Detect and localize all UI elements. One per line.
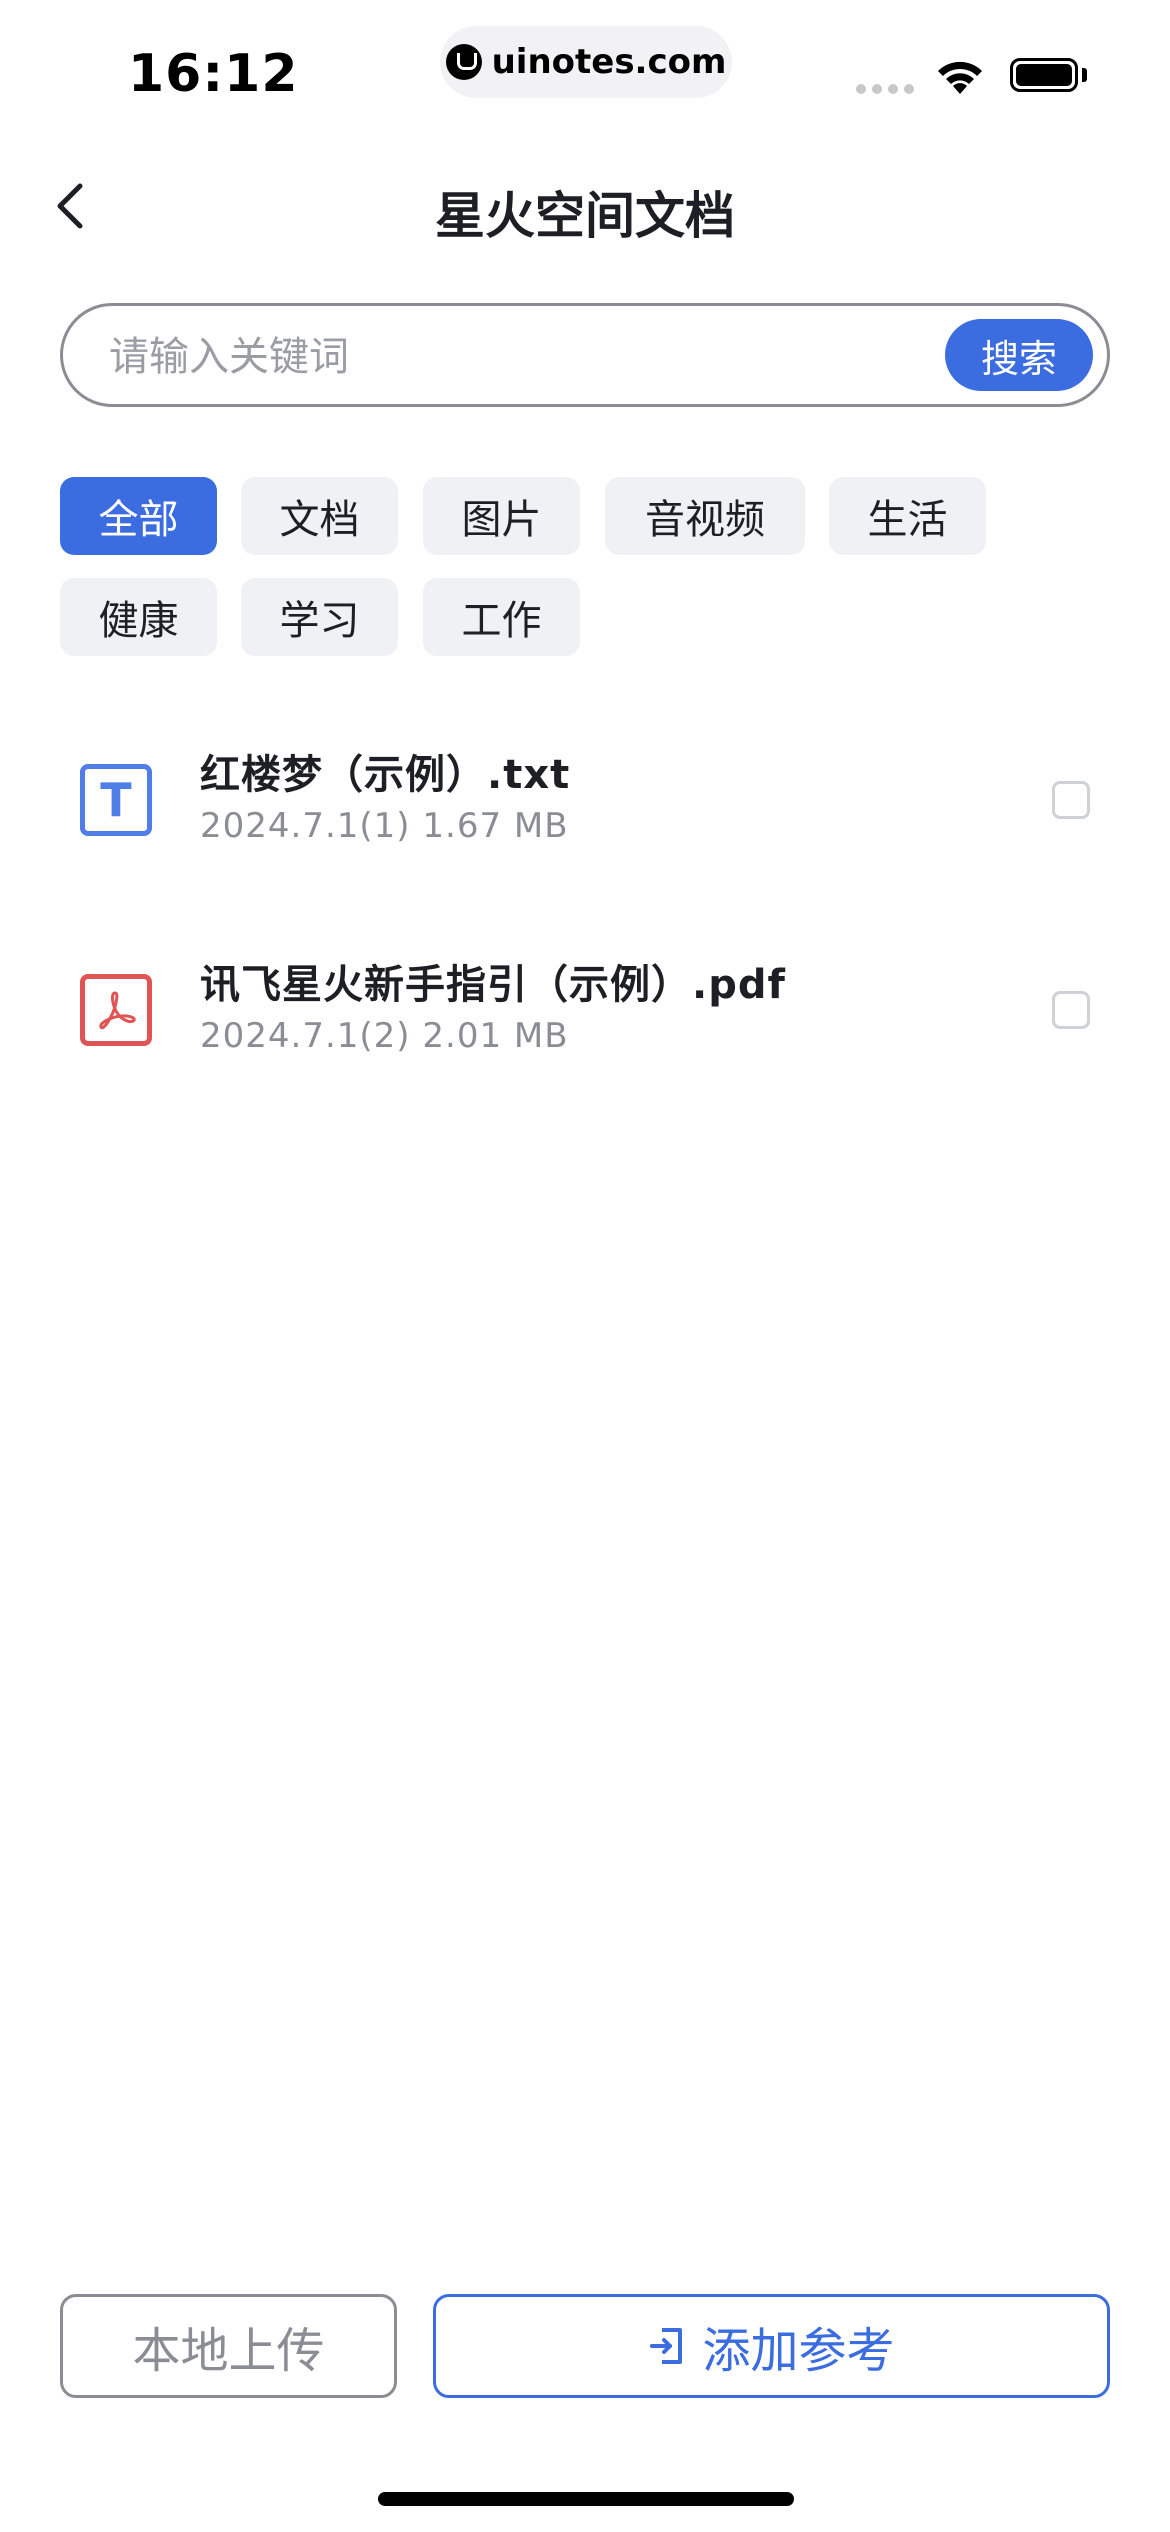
pdf-file-icon xyxy=(80,974,152,1046)
filter-chip-life[interactable]: 生活 xyxy=(829,477,986,555)
filter-chip-health[interactable]: 健康 xyxy=(60,578,217,656)
filter-chip-images[interactable]: 图片 xyxy=(423,477,580,555)
home-indicator[interactable] xyxy=(378,2492,794,2506)
filter-chip-documents[interactable]: 文档 xyxy=(241,477,398,555)
search-button[interactable]: 搜索 xyxy=(945,319,1093,391)
battery-cap xyxy=(1082,68,1087,82)
search-bar: 搜索 xyxy=(60,303,1110,407)
file-row[interactable]: 讯飞星火新手指引（示例）.pdf 2024.7.1(2) 2.01 MB xyxy=(0,930,1170,1080)
page-title: 星火空间文档 xyxy=(435,187,735,245)
file-checkbox[interactable] xyxy=(1052,781,1090,819)
url-pill[interactable]: uinotes.com xyxy=(440,26,732,98)
add-reference-icon xyxy=(650,2328,683,2364)
back-arrow-icon[interactable] xyxy=(50,176,94,236)
file-meta: 2024.7.1(2) 2.01 MB xyxy=(200,1016,569,1056)
filter-chip-all[interactable]: 全部 xyxy=(60,477,217,555)
status-time: 16:12 xyxy=(128,44,299,104)
battery-icon xyxy=(1010,58,1078,92)
site-logo-icon xyxy=(445,44,482,80)
search-input[interactable] xyxy=(107,326,911,388)
file-name: 红楼梦（示例）.txt xyxy=(200,752,571,798)
cellular-signal-icon xyxy=(856,84,914,94)
filter-chip-work[interactable]: 工作 xyxy=(423,578,580,656)
file-name: 讯飞星火新手指引（示例）.pdf xyxy=(200,962,786,1008)
add-reference-button[interactable]: 添加参考 xyxy=(433,2294,1110,2398)
local-upload-button[interactable]: 本地上传 xyxy=(60,2294,397,2398)
url-text: uinotes.com xyxy=(491,42,727,82)
add-reference-label: 添加参考 xyxy=(702,2323,895,2379)
file-row[interactable]: T 红楼梦（示例）.txt 2024.7.1(1) 1.67 MB xyxy=(0,720,1170,870)
filter-chip-audio-video[interactable]: 音视频 xyxy=(605,477,805,555)
pdf-acrobat-icon xyxy=(99,991,136,1030)
file-meta: 2024.7.1(1) 1.67 MB xyxy=(200,806,569,846)
wifi-icon xyxy=(938,61,982,94)
filter-chip-study[interactable]: 学习 xyxy=(241,578,398,656)
txt-file-icon: T xyxy=(80,764,152,836)
file-checkbox[interactable] xyxy=(1052,991,1090,1029)
